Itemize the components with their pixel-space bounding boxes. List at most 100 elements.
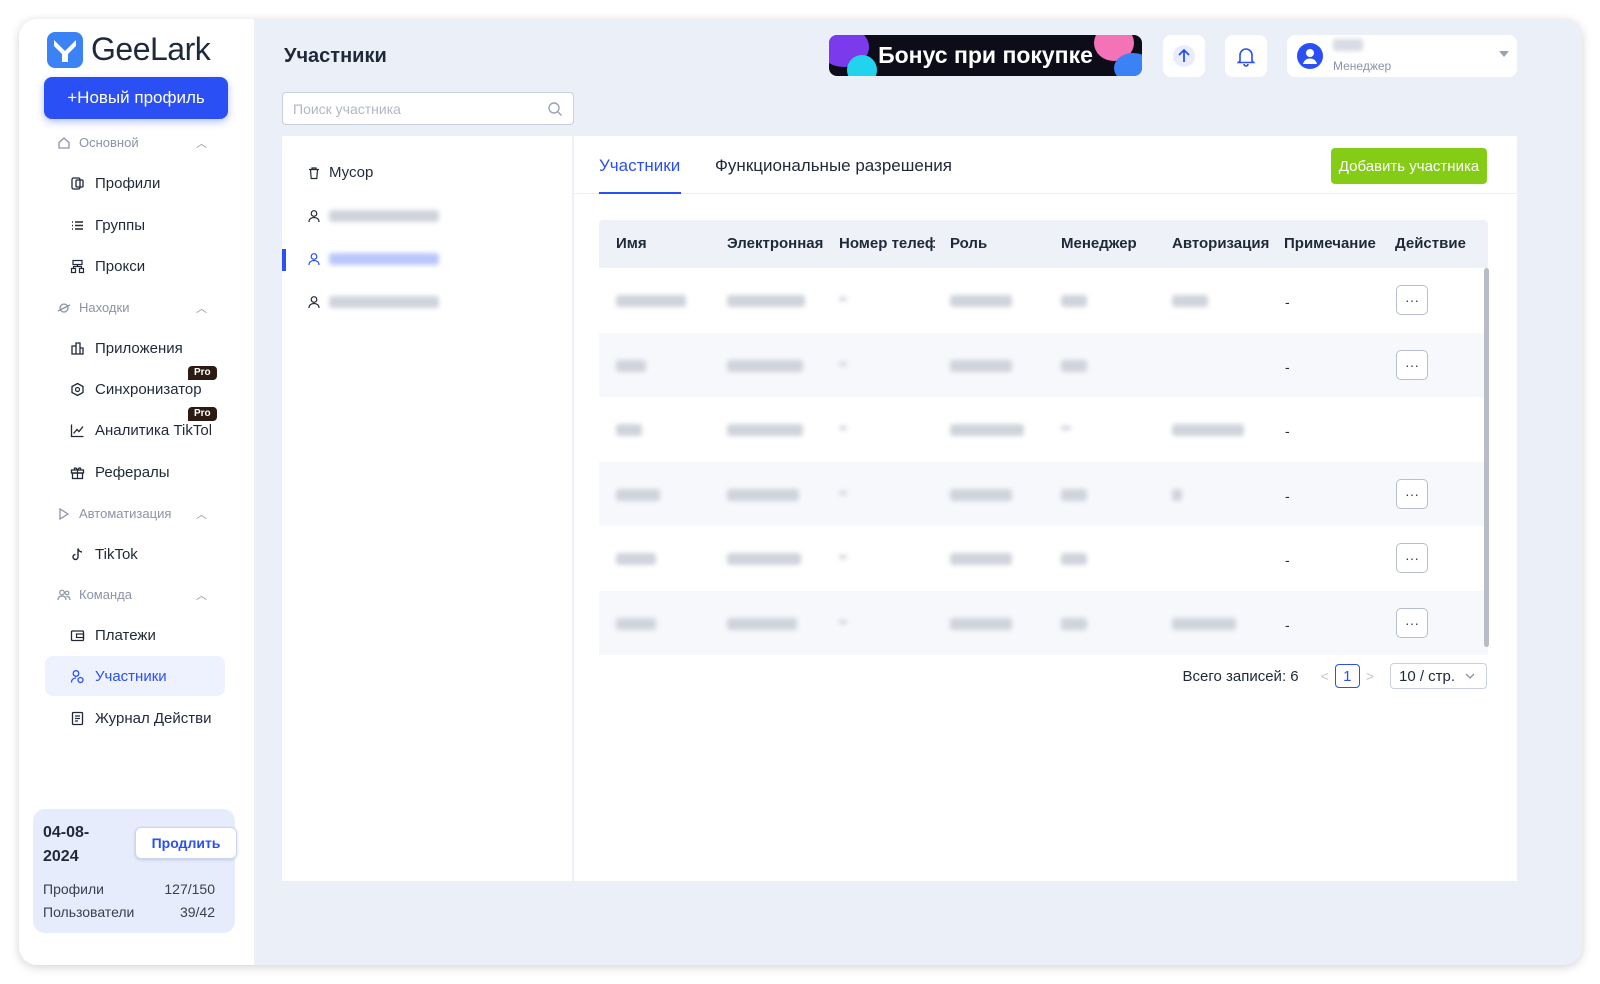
column-header-authorization[interactable]: Авторизация [1172, 235, 1269, 252]
sidebar-item-label: Платежи [95, 626, 156, 644]
tree-item-member-selected[interactable] [307, 252, 439, 266]
table-header: Имя Электронная Номер телеф Роль Менедже… [599, 220, 1488, 268]
new-profile-button[interactable]: +Новый профиль [44, 77, 228, 119]
banner-decoration [847, 55, 877, 76]
nav-section-team[interactable]: Команда ︿ [57, 587, 207, 602]
members-icon [69, 668, 85, 684]
sidebar-item-action-log[interactable]: Журнал Действий [45, 698, 225, 738]
plan-profiles-label: Профили [43, 881, 104, 897]
user-role: Менеджер [1333, 59, 1392, 73]
add-member-button[interactable]: Добавить участника [1331, 148, 1487, 184]
chevron-up-icon: ︿ [196, 509, 207, 521]
user-icon [308, 296, 320, 309]
nav-section-discover[interactable]: Находки ︿ [57, 300, 207, 315]
search-input[interactable] [293, 98, 533, 120]
user-name-redacted [1333, 39, 1363, 51]
sidebar-item-groups[interactable]: Группы [45, 205, 225, 245]
member-search [282, 92, 574, 125]
automation-icon [59, 507, 70, 520]
sidebar-item-tiktok[interactable]: TikTok [45, 534, 225, 574]
nav-section-label: Основной [79, 135, 139, 150]
page-size-select[interactable]: 10 / стр. [1390, 663, 1487, 689]
cell-email-redacted [727, 617, 797, 630]
table-row: - ··· [599, 332, 1488, 397]
column-header-manager[interactable]: Менеджер [1061, 235, 1161, 252]
cell-role-redacted [950, 424, 1024, 436]
cell-authorization-redacted [1172, 617, 1236, 630]
member-name-redacted [329, 253, 439, 265]
sidebar-item-members[interactable]: Участники [45, 656, 225, 696]
cell-note: - [1285, 487, 1290, 504]
search-icon[interactable] [547, 101, 563, 117]
sidebar-item-label: Синхронизатор [95, 380, 202, 398]
trash-icon [309, 166, 319, 179]
cell-email-redacted [727, 359, 803, 372]
list-icon [69, 217, 85, 233]
nav-section-main[interactable]: Основной ︿ [57, 135, 207, 150]
user-menu[interactable]: Менеджер [1287, 35, 1517, 77]
upload-button[interactable] [1163, 35, 1205, 77]
cell-name-redacted [616, 424, 642, 436]
caret-down-icon [1499, 51, 1509, 57]
cell-phone-redacted [839, 619, 847, 624]
row-action-button[interactable]: ··· [1396, 607, 1428, 638]
sidebar-item-referrals[interactable]: Рефералы [45, 452, 225, 492]
cell-note: - [1285, 294, 1290, 310]
cell-role-redacted [950, 359, 1012, 372]
geelark-logo-icon [47, 31, 83, 68]
apps-icon [69, 340, 85, 356]
nav-section-automation[interactable]: Автоматизация ︿ [57, 506, 207, 521]
brand-logo[interactable]: GeeLark [47, 31, 211, 68]
cell-authorization-redacted [1172, 488, 1182, 501]
column-header-role[interactable]: Роль [950, 235, 1050, 252]
column-header-email[interactable]: Электронная [727, 235, 823, 252]
promo-banner[interactable]: Бонус при покупке [829, 35, 1142, 76]
nav-section-label: Автоматизация [79, 506, 172, 521]
members-panel: Участники Функциональные разрешения Доба… [573, 136, 1517, 881]
tree-item-member[interactable] [307, 209, 439, 223]
cell-name-redacted [616, 295, 686, 307]
renew-button[interactable]: Продлить [135, 827, 237, 859]
sidebar-item-payments[interactable]: Платежи [45, 615, 225, 655]
table-scrollbar[interactable] [1484, 268, 1489, 647]
cell-manager-redacted [1061, 426, 1071, 430]
home-icon [58, 136, 70, 149]
column-header-action[interactable]: Действие [1395, 235, 1485, 252]
row-action-button[interactable]: ··· [1396, 543, 1428, 573]
planet-icon [57, 302, 71, 313]
profiles-icon [69, 175, 85, 191]
chart-icon [69, 422, 85, 438]
row-action-button[interactable]: ··· [1396, 285, 1428, 315]
cell-manager-redacted [1061, 488, 1087, 501]
sidebar-item-profiles[interactable]: Профили [45, 163, 225, 203]
cell-email-redacted [727, 295, 805, 307]
cell-manager-redacted [1061, 295, 1087, 307]
active-tab-indicator [599, 192, 681, 194]
column-header-note[interactable]: Примечание [1284, 235, 1384, 252]
column-header-name[interactable]: Имя [616, 235, 721, 252]
cell-email-redacted [727, 424, 803, 436]
cell-manager-redacted [1061, 359, 1087, 372]
sidebar-item-tiktok-analytics[interactable]: Аналитика TikTok Pro [45, 407, 225, 450]
column-header-phone[interactable]: Номер телеф [839, 235, 935, 252]
tree-item-member[interactable] [307, 295, 439, 309]
sidebar-item-proxy[interactable]: Прокси [45, 246, 225, 286]
tab-bar: Участники Функциональные разрешения Доба… [574, 136, 1517, 194]
sidebar-item-synchronizer[interactable]: Синхронизатор Pro [45, 366, 225, 409]
plan-profiles-value: 127/150 [164, 881, 215, 897]
cell-note: - [1285, 358, 1290, 375]
chevron-left-icon[interactable]: < [1321, 668, 1329, 684]
row-action-button[interactable]: ··· [1396, 478, 1428, 509]
tab-members[interactable]: Участники [599, 156, 680, 176]
member-name-redacted [329, 210, 439, 222]
page-number-button[interactable]: 1 [1334, 664, 1360, 688]
notifications-button[interactable] [1225, 35, 1267, 77]
tree-item-trash[interactable]: Мусор [307, 164, 373, 181]
sidebar-item-label: Участники [95, 667, 167, 685]
sidebar-item-apps[interactable]: Приложения [45, 328, 225, 368]
row-action-button[interactable]: ··· [1396, 349, 1428, 380]
sidebar-item-label: Журнал Действий [95, 709, 211, 727]
cell-note: - [1285, 552, 1290, 568]
tab-permissions[interactable]: Функциональные разрешения [715, 156, 952, 176]
chevron-right-icon[interactable]: > [1366, 668, 1374, 684]
